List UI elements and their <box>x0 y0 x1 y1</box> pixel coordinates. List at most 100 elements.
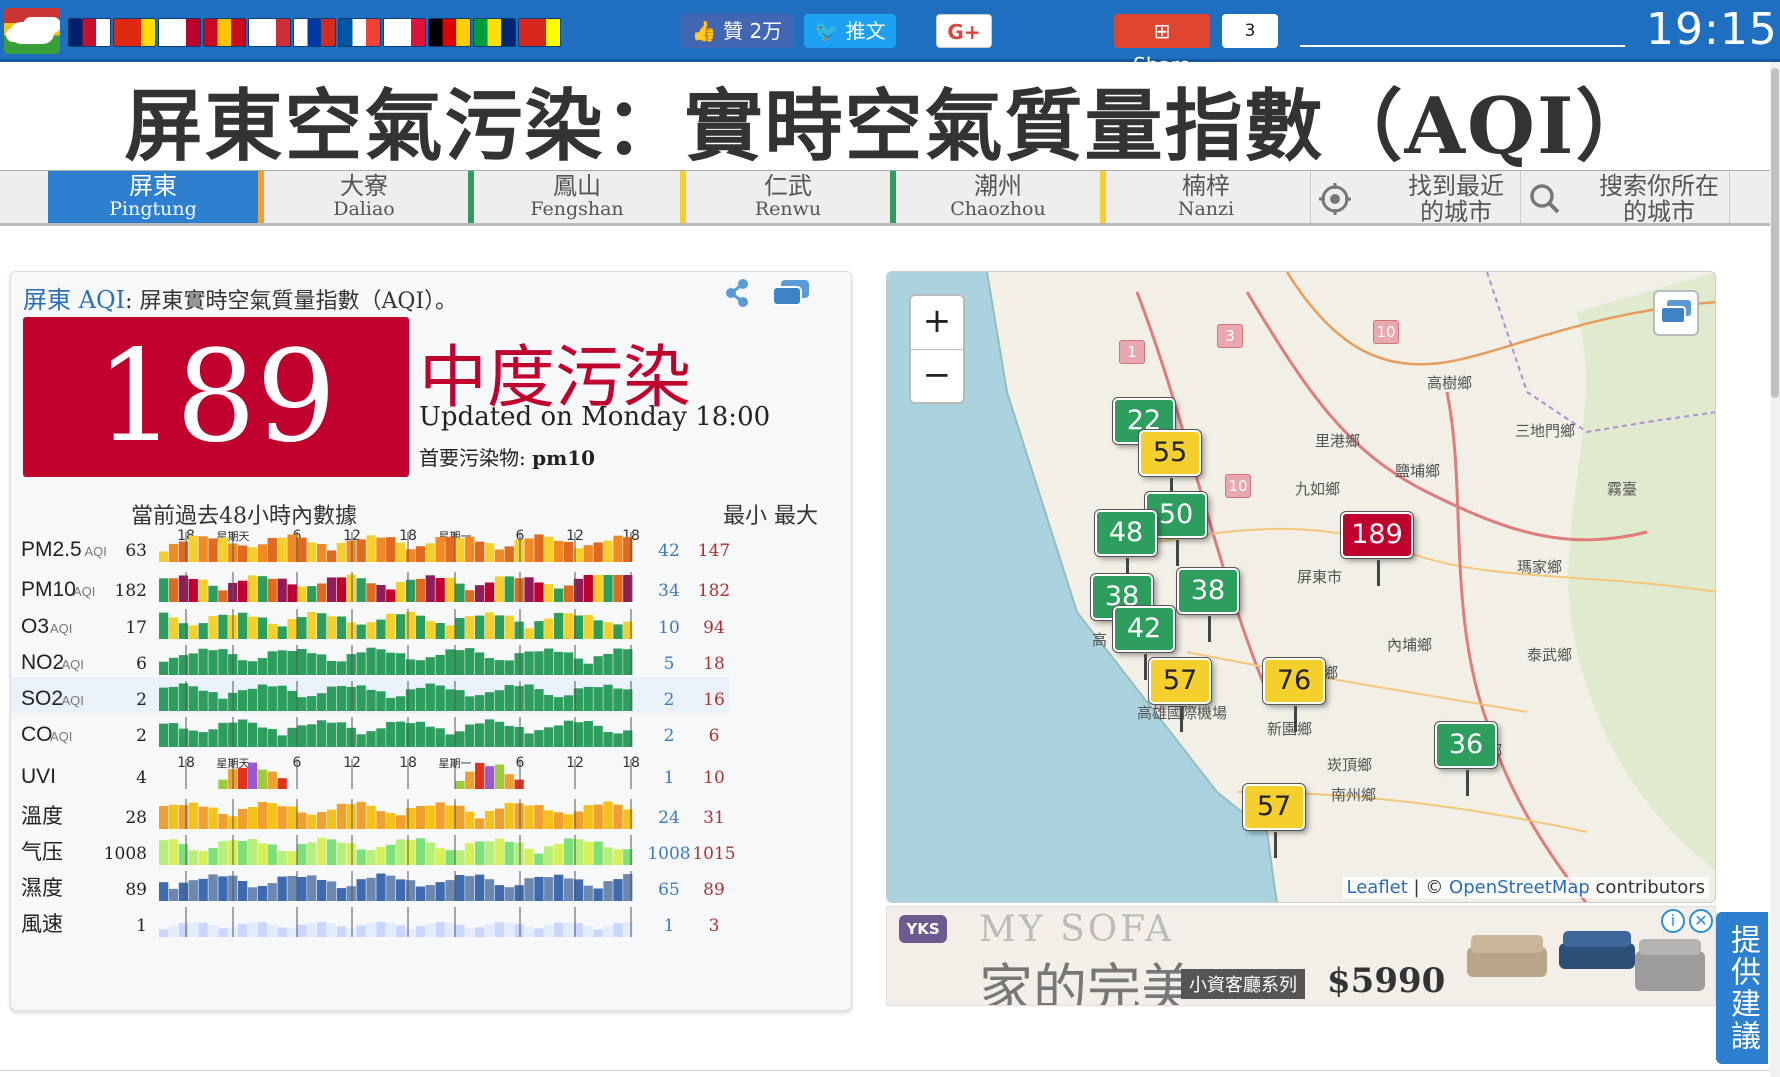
history-bar[interactable] <box>603 622 613 639</box>
history-bar[interactable] <box>159 840 169 865</box>
history-bar[interactable] <box>534 730 544 747</box>
history-bar[interactable] <box>475 585 485 602</box>
history-bar[interactable] <box>178 541 189 563</box>
history-bar[interactable] <box>188 686 198 711</box>
history-bar[interactable] <box>178 575 189 603</box>
history-bar[interactable] <box>326 577 337 602</box>
history-bar[interactable] <box>188 535 198 562</box>
history-bar[interactable] <box>346 804 356 829</box>
history-bar[interactable] <box>356 652 366 675</box>
history-bar[interactable] <box>504 685 514 711</box>
history-bar[interactable] <box>554 843 564 865</box>
history-bar[interactable] <box>484 543 495 562</box>
history-bar[interactable] <box>238 719 248 748</box>
history-bar[interactable] <box>583 885 593 901</box>
flag-japan-icon[interactable] <box>158 18 201 47</box>
history-bar[interactable] <box>238 612 248 639</box>
history-bar[interactable] <box>376 847 386 865</box>
history-bar[interactable] <box>366 622 376 639</box>
history-bar[interactable] <box>484 841 495 865</box>
history-bar[interactable] <box>218 649 228 675</box>
feedback-button[interactable]: 提供建議 <box>1716 912 1768 1064</box>
history-bar[interactable] <box>307 875 317 901</box>
aqi-map-marker[interactable]: 55 <box>1138 429 1202 504</box>
history-bar[interactable] <box>336 926 347 937</box>
layers-icon[interactable] <box>771 278 811 308</box>
history-bar[interactable] <box>514 653 524 675</box>
history-bar[interactable] <box>475 723 485 747</box>
history-bar[interactable] <box>257 802 268 829</box>
nav-item-pingtung[interactable]: 屏東 Pingtung <box>48 171 258 223</box>
history-bar[interactable] <box>415 578 426 602</box>
history-bar[interactable] <box>603 881 613 901</box>
history-bar[interactable] <box>415 926 426 937</box>
history-bar[interactable] <box>317 880 327 901</box>
history-bar[interactable] <box>504 725 514 747</box>
history-bar[interactable] <box>524 651 534 676</box>
history-bar[interactable] <box>455 690 465 711</box>
history-bar[interactable] <box>198 536 208 562</box>
history-bar[interactable] <box>514 539 524 562</box>
history-bar[interactable] <box>534 853 544 865</box>
history-bar[interactable] <box>514 779 524 789</box>
history-bar[interactable] <box>544 536 554 562</box>
history-bar[interactable] <box>396 653 406 675</box>
history-bar[interactable] <box>168 657 179 675</box>
history-bar[interactable] <box>475 762 485 789</box>
history-bar[interactable] <box>544 618 554 639</box>
history-bar[interactable] <box>514 686 524 711</box>
history-bar[interactable] <box>238 660 248 675</box>
history-bar[interactable] <box>208 729 218 747</box>
history-bar[interactable] <box>445 922 455 938</box>
history-bar[interactable] <box>603 540 613 562</box>
history-bar[interactable] <box>405 579 416 602</box>
share-button[interactable]: ⊞ Share <box>1114 14 1210 77</box>
history-bar[interactable] <box>277 685 287 711</box>
history-bar[interactable] <box>336 722 347 747</box>
history-bar[interactable] <box>326 839 337 865</box>
aqi-map-marker[interactable]: 57 <box>1148 657 1212 732</box>
history-bar[interactable] <box>445 734 455 747</box>
flag-uk-icon[interactable] <box>68 18 111 47</box>
history-bar[interactable] <box>168 925 179 937</box>
history-bar[interactable] <box>534 621 544 639</box>
history-bar[interactable] <box>524 733 534 748</box>
history-bar[interactable] <box>346 843 356 865</box>
history-bar[interactable] <box>494 922 505 937</box>
history-bar[interactable] <box>159 929 169 938</box>
history-bar[interactable] <box>317 837 327 865</box>
history-bar[interactable] <box>247 575 258 602</box>
history-bar[interactable] <box>613 849 623 865</box>
history-bar[interactable] <box>198 732 208 747</box>
history-bar[interactable] <box>307 842 317 865</box>
history-bar[interactable] <box>267 883 277 901</box>
history-bar[interactable] <box>455 731 465 747</box>
history-bar[interactable] <box>168 839 179 865</box>
history-bar[interactable] <box>376 619 386 639</box>
history-bar[interactable] <box>287 534 297 563</box>
history-bar[interactable] <box>198 878 208 901</box>
history-bar[interactable] <box>198 806 208 829</box>
history-bar[interactable] <box>465 724 475 748</box>
history-bar[interactable] <box>178 728 189 747</box>
history-bar[interactable] <box>544 695 554 711</box>
history-bar[interactable] <box>257 922 268 937</box>
aqi-map-marker[interactable]: 38 <box>1176 567 1240 642</box>
history-bar[interactable] <box>336 888 347 901</box>
history-bar[interactable] <box>218 538 228 562</box>
history-bar[interactable] <box>188 922 198 937</box>
history-bar[interactable] <box>435 802 445 829</box>
history-bar[interactable] <box>366 805 376 829</box>
history-bar[interactable] <box>317 720 327 747</box>
history-bar[interactable] <box>218 876 228 901</box>
history-bar[interactable] <box>484 766 495 789</box>
history-bar[interactable] <box>514 842 524 866</box>
history-bar[interactable] <box>297 924 307 937</box>
osm-link[interactable]: OpenStreetMap <box>1449 877 1590 898</box>
history-bar[interactable] <box>455 583 465 602</box>
history-bar[interactable] <box>613 575 623 602</box>
history-bar[interactable] <box>534 651 544 675</box>
history-bar[interactable] <box>484 719 495 747</box>
history-bar[interactable] <box>563 585 574 603</box>
history-bar[interactable] <box>297 537 307 562</box>
